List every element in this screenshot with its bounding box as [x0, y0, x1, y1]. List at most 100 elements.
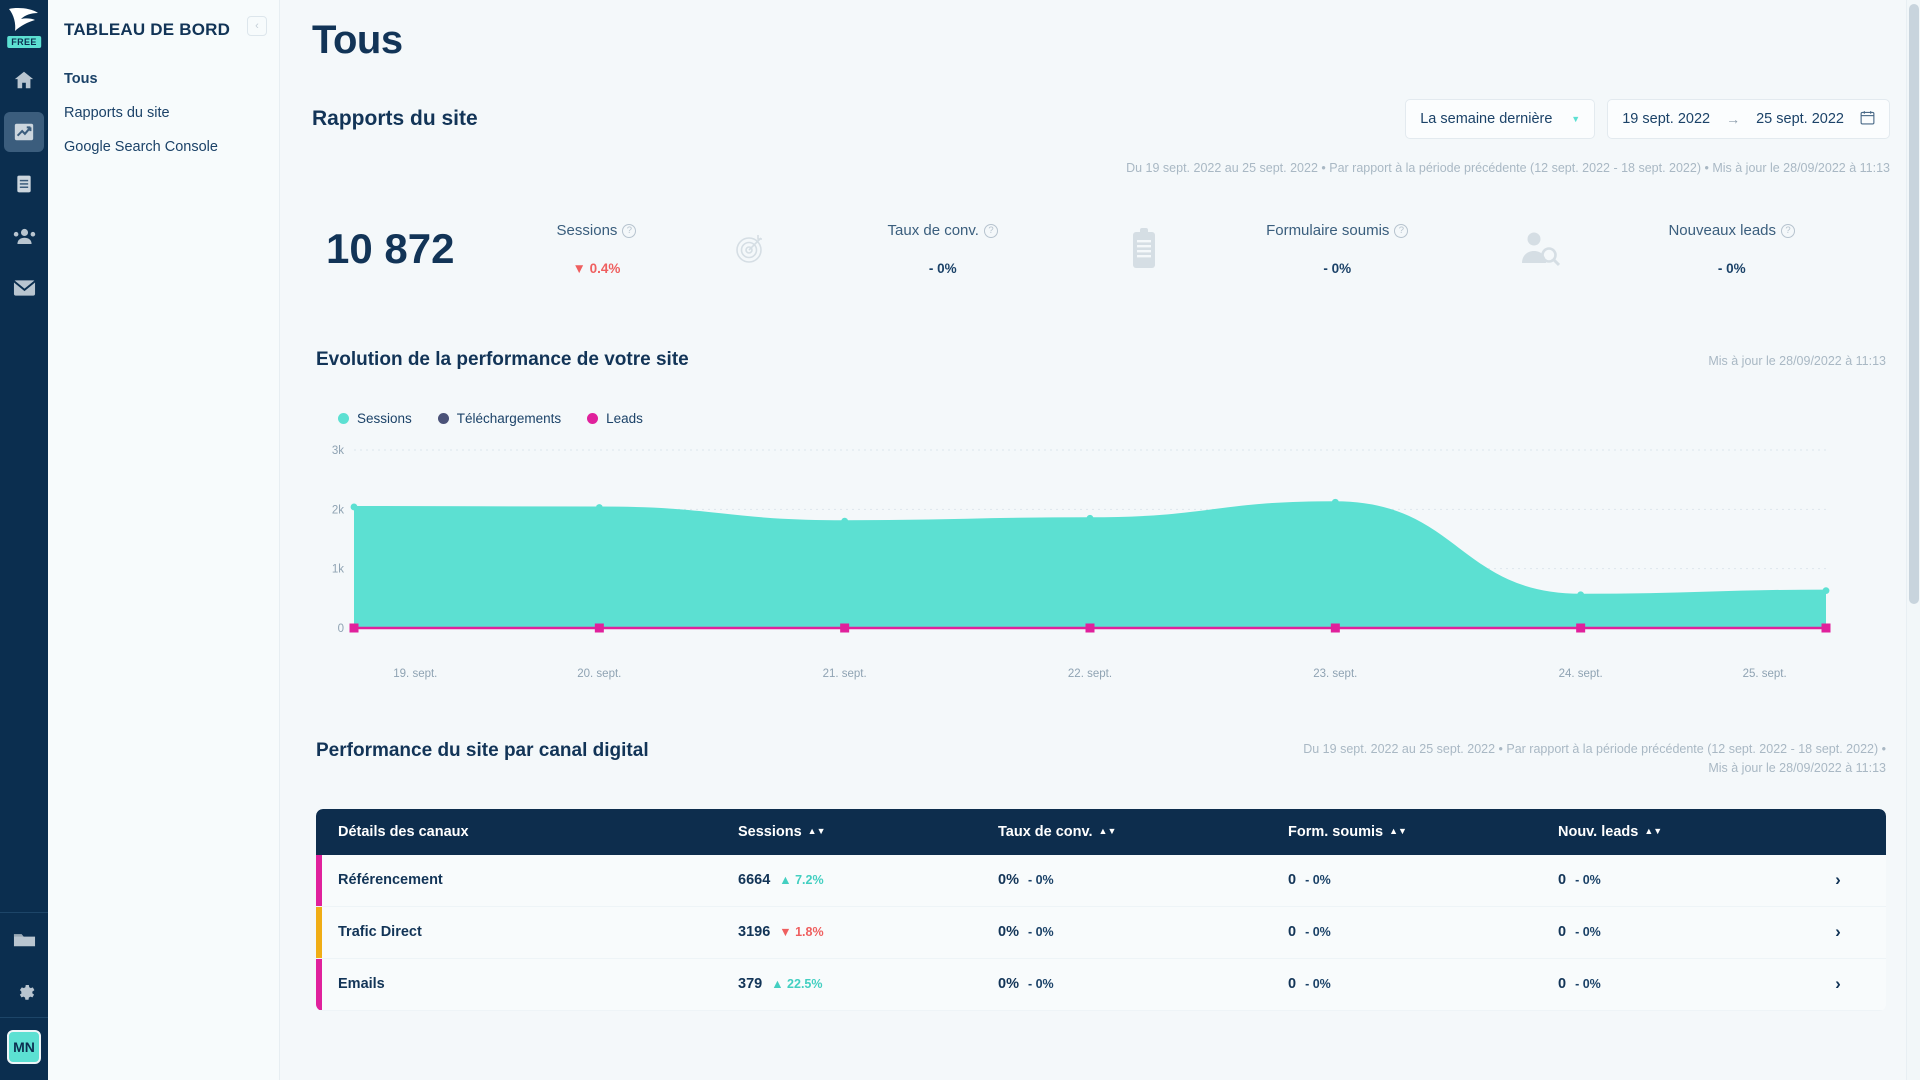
rail-item-home[interactable] — [4, 60, 44, 100]
col-conversion-rate[interactable]: Taux de conv. ▲▼ — [998, 824, 1288, 840]
legend-item-sessions[interactable]: Sessions — [338, 411, 412, 426]
chevron-right-icon[interactable]: › — [1835, 922, 1841, 942]
performance-chart-section: Evolution de la performance de votre sit… — [312, 349, 1890, 680]
kpi-conversion-rate: Taux de conv. ? - 0% — [707, 201, 1102, 297]
cell-forms-submitted: 0 - 0% — [1288, 872, 1558, 888]
col-sessions-label: Sessions — [738, 823, 802, 840]
period-select[interactable]: La semaine dernière ▼ — [1405, 99, 1596, 139]
chart-svg: 0 1k 2k 3k — [332, 445, 1831, 635]
cell-forms-submitted-delta: - 0% — [1305, 873, 1331, 888]
kpi-sessions: 10 872 Sessions ? ▼ 0.4% — [312, 201, 707, 297]
table-row[interactable]: Emails 379 ▲ 22.5% 0% - 0% 0 - 0% 0 - 0% › — [316, 958, 1886, 1011]
plezi-logo[interactable]: FREE — [4, 6, 44, 48]
rail-item-contacts[interactable] — [4, 216, 44, 256]
home-icon — [13, 69, 35, 91]
col-new-leads-label: Nouv. leads — [1558, 823, 1639, 840]
table-meta-line-1: Du 19 sept. 2022 au 25 sept. 2022 • Par … — [1303, 742, 1886, 756]
cell-sessions: 6664 ▲ 7.2% — [738, 872, 998, 888]
rail-item-emails[interactable] — [4, 268, 44, 308]
kpi-sessions-value: 10 872 — [326, 225, 455, 272]
cell-new-leads-delta: - 0% — [1575, 873, 1601, 888]
cell-forms-submitted-delta: - 0% — [1305, 925, 1331, 940]
cell-sessions-delta: ▲ 22.5% — [771, 977, 823, 992]
person-search-icon — [1496, 229, 1582, 269]
report-controls: La semaine dernière ▼ 19 sept. 2022 → 25… — [1405, 99, 1890, 139]
x-tick-label: 21. sept. — [822, 668, 867, 680]
main-inner: Tous Rapports du site La semaine dernièr… — [280, 0, 1920, 1011]
period-select-value: La semaine dernière — [1420, 111, 1553, 127]
rail-item-statistics[interactable] — [4, 112, 44, 152]
chart-plot: 0 1k 2k 3k — [316, 444, 1886, 664]
free-badge: FREE — [7, 36, 41, 48]
people-icon — [13, 226, 36, 246]
date-range-picker[interactable]: 19 sept. 2022 → 25 sept. 2022 — [1607, 99, 1890, 139]
cell-channel: Trafic Direct — [338, 924, 422, 941]
sort-icon[interactable]: ▲▼ — [1644, 827, 1662, 836]
col-new-leads[interactable]: Nouv. leads ▲▼ — [1558, 824, 1808, 840]
cell-sessions-delta: ▼ 1.8% — [779, 925, 824, 940]
page-scrollbar-thumb[interactable] — [1909, 4, 1919, 604]
page-scrollbar[interactable] — [1906, 0, 1920, 1080]
col-channel-details-label: Détails des canaux — [338, 823, 469, 840]
help-icon[interactable]: ? — [1394, 223, 1409, 238]
cell-sessions-value: 379 — [738, 976, 763, 993]
help-icon[interactable]: ? — [1781, 223, 1796, 238]
kpi-sessions-label-row: Sessions ? — [494, 222, 698, 239]
rail-item-settings[interactable] — [4, 971, 44, 1011]
rail-item-content[interactable] — [4, 164, 44, 204]
sidebar-item-rapports-du-site[interactable]: Rapports du site — [48, 96, 279, 130]
cell-new-leads-delta: - 0% — [1575, 977, 1601, 992]
sidebar-item-google-search-console[interactable]: Google Search Console — [48, 130, 279, 164]
section-title: Rapports du site — [312, 107, 478, 130]
rail-divider-bottom — [0, 1017, 48, 1018]
clipboard-icon — [1101, 227, 1187, 271]
main-content: Tous Rapports du site La semaine dernièr… — [280, 0, 1920, 1080]
rail-divider-top — [0, 912, 48, 913]
table-row[interactable]: Référencement 6664 ▲ 7.2% 0% - 0% 0 - 0% 0 - 0% › — [316, 854, 1886, 907]
col-forms-submitted-label: Form. soumis — [1288, 823, 1384, 840]
sort-icon[interactable]: ▲▼ — [808, 827, 826, 836]
table-head: Détails des canaux Sessions ▲▼ Taux de c… — [316, 808, 1886, 855]
rail-item-files[interactable] — [4, 919, 44, 959]
legend-item-leads[interactable]: Leads — [587, 411, 643, 426]
cell-forms-submitted-value: 0 — [1288, 924, 1297, 941]
col-sessions[interactable]: Sessions ▲▼ — [738, 824, 998, 840]
sort-icon[interactable]: ▲▼ — [1099, 827, 1117, 836]
cell-conversion-rate: 0% - 0% — [998, 976, 1288, 992]
col-forms-submitted[interactable]: Form. soumis ▲▼ — [1288, 824, 1558, 840]
avatar[interactable]: MN — [7, 1030, 41, 1064]
cell-conversion-rate-delta: - 0% — [1027, 873, 1054, 888]
sort-icon[interactable]: ▲▼ — [1389, 827, 1407, 836]
folder-icon — [13, 930, 36, 949]
row-color-bar — [316, 906, 322, 958]
table-row[interactable]: Trafic Direct 3196 ▼ 1.8% 0% - 0% 0 - 0% 0 - 0% › — [316, 906, 1886, 959]
kpi-sessions-delta-value: 0.4% — [589, 261, 621, 276]
cell-conversion-rate: 0% - 0% — [998, 872, 1288, 888]
sidebar-item-tous[interactable]: Tous — [48, 62, 279, 96]
chart-updated: Mis à jour le 28/09/2022 à 11:13 — [1708, 354, 1886, 368]
envelope-icon — [12, 279, 36, 297]
arrow-right-icon: → — [1726, 111, 1741, 127]
cell-forms-submitted: 0 - 0% — [1288, 924, 1558, 940]
cell-forms-submitted-value: 0 — [1288, 976, 1297, 993]
document-icon — [14, 173, 34, 195]
svg-text:1k: 1k — [332, 564, 344, 576]
help-icon[interactable]: ? — [983, 223, 998, 238]
chevron-right-icon[interactable]: › — [1835, 870, 1841, 890]
sidebar-collapse-button[interactable]: ‹ — [247, 16, 267, 36]
table-meta-line-2: Mis à jour le 28/09/2022 à 11:13 — [1708, 761, 1886, 776]
cell-channel: Emails — [338, 976, 385, 993]
row-color-bar — [316, 854, 322, 906]
legend-label-telechargements: Téléchargements — [456, 411, 562, 426]
kpi-forms-submitted-label-row: Formulaire soumis ? — [1187, 222, 1488, 239]
cell-new-leads: 0 - 0% — [1558, 924, 1808, 940]
calendar-icon — [1860, 110, 1875, 129]
x-tick-label: 24. sept. — [1558, 668, 1603, 680]
channel-table: Détails des canaux Sessions ▲▼ Taux de c… — [316, 808, 1886, 1011]
kpi-new-leads-delta: - 0% — [1717, 261, 1746, 276]
chevron-right-icon[interactable]: › — [1835, 974, 1841, 994]
channel-performance-section: Performance du site par canal digital Du… — [312, 740, 1890, 1011]
chevron-left-icon: ‹ — [255, 19, 259, 32]
legend-item-telechargements[interactable]: Téléchargements — [437, 411, 562, 426]
help-icon[interactable]: ? — [622, 223, 637, 238]
